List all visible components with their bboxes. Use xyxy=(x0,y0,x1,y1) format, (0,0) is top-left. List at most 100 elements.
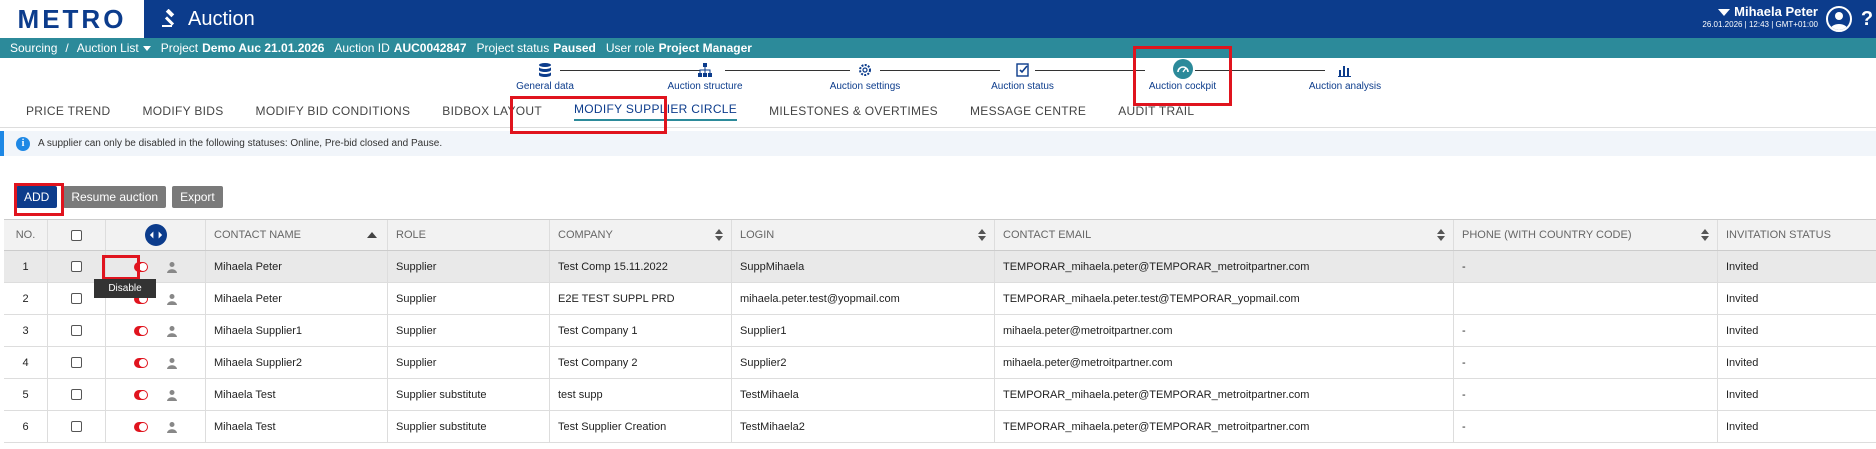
person-icon[interactable] xyxy=(166,357,178,369)
breadcrumb-auction-list[interactable]: Auction List xyxy=(77,41,139,55)
table-row[interactable]: 2 Mihaela Peter Supplier E2E TEST SUPPL … xyxy=(4,283,1876,315)
cell-select xyxy=(48,411,106,442)
table-header: NO. CONTACT NAME ROLE COMPANY LOGIN CONT… xyxy=(4,219,1876,251)
app-title-text: Auction xyxy=(188,7,255,30)
table-row[interactable]: 1 Mihaela Peter Supplier Test Comp 15.11… xyxy=(4,251,1876,283)
checklist-icon xyxy=(1015,63,1029,77)
cell-role: Supplier substitute xyxy=(388,411,550,442)
col-contact-name[interactable]: CONTACT NAME xyxy=(206,220,388,250)
cell-role: Supplier substitute xyxy=(388,379,550,410)
tab-modify-bids[interactable]: MODIFY BIDS xyxy=(142,104,223,118)
cell-contact-name: Mihaela Test xyxy=(206,379,388,410)
info-notice: i A supplier can only be disabled in the… xyxy=(0,131,1876,156)
cell-contact-email: mihaela.peter@metroitpartner.com xyxy=(995,347,1454,378)
person-icon[interactable] xyxy=(166,293,178,305)
step-auction-settings[interactable]: Auction settings xyxy=(820,61,910,92)
sort-asc-icon xyxy=(367,232,377,238)
cell-no: 6 xyxy=(4,411,48,442)
cell-no: 2 xyxy=(4,283,48,314)
bar-chart-icon xyxy=(1338,66,1351,77)
cell-role: Supplier xyxy=(388,347,550,378)
tab-audit-trail[interactable]: AUDIT TRAIL xyxy=(1118,104,1194,118)
disable-toggle-icon[interactable] xyxy=(133,389,148,400)
col-login[interactable]: LOGIN xyxy=(732,220,995,250)
cell-contact-email: TEMPORAR_mihaela.peter@TEMPORAR_metroitp… xyxy=(995,411,1454,442)
cell-contact-email: TEMPORAR_mihaela.peter@TEMPORAR_metroitp… xyxy=(995,379,1454,410)
caret-down-icon[interactable] xyxy=(142,45,151,51)
cell-login: mihaela.peter.test@yopmail.com xyxy=(732,283,995,314)
table-row[interactable]: 3 Mihaela Supplier1 Supplier Test Compan… xyxy=(4,315,1876,347)
help-icon[interactable]: ? xyxy=(1858,0,1876,38)
gavel-icon xyxy=(162,9,175,27)
cell-contact-name: Mihaela Supplier2 xyxy=(206,347,388,378)
row-checkbox[interactable] xyxy=(71,357,82,368)
cell-phone xyxy=(1454,283,1718,314)
cell-company: test supp xyxy=(550,379,732,410)
project-label: Project xyxy=(160,41,199,55)
row-checkbox[interactable] xyxy=(71,421,82,432)
cell-invitation-status: Invited xyxy=(1726,356,1759,369)
step-general-data[interactable]: General data xyxy=(510,61,580,92)
disable-toggle-icon[interactable] xyxy=(133,357,148,368)
row-checkbox[interactable] xyxy=(71,325,82,336)
cell-no: 4 xyxy=(4,347,48,378)
cell-phone: - xyxy=(1454,379,1718,410)
tab-milestones-overtimes[interactable]: MILESTONES & OVERTIMES xyxy=(769,104,938,118)
table-row[interactable]: 6 Mihaela Test Supplier substitute Test … xyxy=(4,411,1876,443)
avatar-icon[interactable] xyxy=(1826,6,1852,32)
cell-role: Supplier xyxy=(388,251,550,282)
gear-icon xyxy=(859,64,871,76)
highlight-box-supplier-tab xyxy=(510,96,667,134)
auction-stepper: General data Auction structure Auction s… xyxy=(0,58,1876,95)
tab-message-centre[interactable]: MESSAGE CENTRE xyxy=(970,104,1086,118)
col-phone[interactable]: PHONE (WITH COUNTRY CODE) xyxy=(1454,220,1718,250)
col-no: NO. xyxy=(4,220,48,250)
person-icon[interactable] xyxy=(166,389,178,401)
cell-company: E2E TEST SUPPL PRD xyxy=(550,283,732,314)
cell-contact-name: Mihaela Test xyxy=(206,411,388,442)
cell-select xyxy=(48,379,106,410)
disable-toggle-icon[interactable] xyxy=(133,421,148,432)
table-row[interactable]: 5 Mihaela Test Supplier substitute test … xyxy=(4,379,1876,411)
cell-company: Test Comp 15.11.2022 xyxy=(550,251,732,282)
cell-login: TestMihaela2 xyxy=(732,411,995,442)
col-company[interactable]: COMPANY xyxy=(550,220,732,250)
bulk-toggle-icon[interactable] xyxy=(144,224,167,246)
person-icon[interactable] xyxy=(166,325,178,337)
cell-contact-email: mihaela.peter@metroitpartner.com xyxy=(995,315,1454,346)
user-role-label: User role xyxy=(605,41,655,55)
user-datetime: 26.01.2026 | 12:43 | GMT+01:00 xyxy=(1702,20,1818,29)
cell-login: Supplier2 xyxy=(732,347,995,378)
project-value: Demo Auc 21.01.2026 xyxy=(202,41,325,55)
cell-login: TestMihaela xyxy=(732,379,995,410)
step-auction-structure[interactable]: Auction structure xyxy=(660,61,750,92)
cell-actions xyxy=(106,379,206,410)
person-icon[interactable] xyxy=(166,261,178,273)
cell-phone: - xyxy=(1454,411,1718,442)
cell-login: SuppMihaela xyxy=(732,251,995,282)
breadcrumb-sourcing[interactable]: Sourcing xyxy=(10,41,57,55)
resume-auction-button[interactable]: Resume auction xyxy=(63,186,167,208)
table-row[interactable]: 4 Mihaela Supplier2 Supplier Test Compan… xyxy=(4,347,1876,379)
cell-select xyxy=(48,251,106,282)
row-checkbox[interactable] xyxy=(71,293,82,304)
tab-modify-bid-conditions[interactable]: MODIFY BID CONDITIONS xyxy=(256,104,411,118)
person-icon[interactable] xyxy=(166,421,178,433)
project-status-label: Project status xyxy=(476,41,550,55)
col-invitation-status[interactable]: INVITATION STATUS xyxy=(1718,220,1876,250)
cell-phone: - xyxy=(1454,315,1718,346)
step-auction-analysis[interactable]: Auction analysis xyxy=(1300,61,1390,92)
user-menu[interactable]: Mihaela Peter 26.01.2026 | 12:43 | GMT+0… xyxy=(1702,4,1818,29)
cell-company: Test Supplier Creation xyxy=(550,411,732,442)
disable-toggle-icon[interactable] xyxy=(133,325,148,336)
tab-price-trend[interactable]: PRICE TREND xyxy=(26,104,110,118)
row-checkbox[interactable] xyxy=(71,389,82,400)
cell-contact-email: TEMPORAR_mihaela.peter@TEMPORAR_metroitp… xyxy=(995,251,1454,282)
row-checkbox[interactable] xyxy=(71,261,82,272)
col-contact-email[interactable]: CONTACT EMAIL xyxy=(995,220,1454,250)
metro-logo[interactable]: METRO xyxy=(0,0,144,38)
export-button[interactable]: Export xyxy=(172,186,223,208)
step-auction-status[interactable]: Auction status xyxy=(980,61,1065,92)
col-role[interactable]: ROLE xyxy=(388,220,550,250)
select-all-checkbox[interactable] xyxy=(71,229,82,241)
